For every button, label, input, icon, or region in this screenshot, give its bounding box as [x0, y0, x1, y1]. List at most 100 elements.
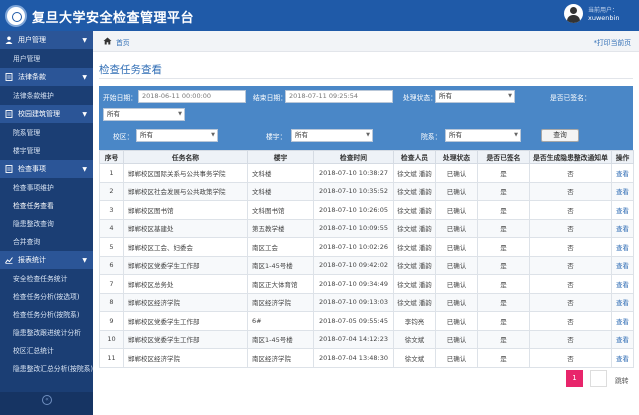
view-link[interactable]: 查看 [611, 348, 634, 368]
department-select-value: 所有 [449, 131, 462, 139]
table-cell: 4 [99, 218, 124, 238]
table-cell: 已确认 [435, 348, 478, 368]
table-cell: 南区经济学院 [247, 348, 314, 368]
table-cell: 已确认 [435, 255, 478, 275]
column-header: 检查人员 [393, 150, 436, 164]
column-header: 是否生成隐患整改通知单 [529, 150, 612, 164]
print-page-link[interactable]: *打印当前页 [594, 37, 631, 47]
table-cell: 是 [477, 181, 530, 201]
signed-select[interactable]: 所有 ▼ [103, 108, 185, 121]
pager-jump-button[interactable]: 跳转 [615, 375, 629, 385]
sidebar-item-task-statistics[interactable]: 安全检查任务统计 [0, 270, 93, 288]
sidebar-item-inspection-maintenance[interactable]: 检查事项维护 [0, 179, 93, 197]
pager-page-1[interactable]: 1 [566, 370, 583, 387]
campus-select-value: 所有 [140, 131, 153, 139]
chevron-down-icon: ▼ [82, 166, 87, 173]
main-content: 首页 *打印当前页 检查任务查看 开始日期： 2018-06-11 00:00:… [93, 31, 639, 415]
column-header: 楼宇 [247, 150, 314, 164]
sidebar-item-hazard-query[interactable]: 隐患整改查询 [0, 215, 93, 233]
table-cell: 南区正大体育馆 [247, 274, 314, 294]
page-title: 检查任务查看 [99, 64, 162, 76]
end-date-label: 结束日期： [253, 94, 287, 102]
table-cell: 邯郸校区党委学生工作部 [123, 311, 248, 331]
table-cell: 否 [529, 237, 612, 257]
table-cell: 徐文斌 [393, 348, 436, 368]
table-cell: 已确认 [435, 292, 478, 312]
sidebar-item-task-analysis-by-department[interactable]: 检查任务分析(按院系) [0, 306, 93, 324]
chevron-down-icon: ▼ [82, 74, 87, 81]
view-link[interactable]: 查看 [611, 181, 634, 201]
view-link[interactable]: 查看 [611, 274, 634, 294]
sidebar-group-reports[interactable]: 报表统计 ▼ [0, 251, 93, 270]
table-cell: 是 [477, 200, 530, 220]
sidebar-group-campus-buildings[interactable]: 校园建筑管理 ▼ [0, 105, 93, 124]
table-cell: 徐文斌 潘韵 [393, 274, 436, 294]
sidebar-item-inspection-tasks[interactable]: 检查任务查看 [0, 197, 93, 215]
pager-page-input[interactable] [590, 370, 607, 387]
view-link[interactable]: 查看 [611, 200, 634, 220]
sidebar-item-campus-summary[interactable]: 校区汇总统计 [0, 342, 93, 360]
table-cell: 1 [99, 163, 124, 183]
view-link[interactable]: 查看 [611, 218, 634, 238]
department-select[interactable]: 所有 ▼ [445, 129, 521, 142]
sidebar-group-label: 报表统计 [18, 256, 46, 264]
collapse-arrow-icon[interactable]: « [42, 395, 52, 405]
start-date-input[interactable]: 2018-06-11 00:00:00 [138, 90, 246, 103]
table-cell: 邯郸校区工会、妇委会 [123, 237, 248, 257]
sidebar: 用户管理 ▼ 用户管理 法律条款 ▼ 法律条款维护 校园建筑管理 ▼ 院系管理 … [0, 31, 93, 415]
sidebar-item-legal-terms-maintenance[interactable]: 法律条款维护 [0, 87, 93, 105]
campus-select[interactable]: 所有 ▼ [136, 129, 218, 142]
sidebar-collapse-bar[interactable]: « [0, 392, 93, 415]
view-link[interactable]: 查看 [611, 255, 634, 275]
table-cell: 2 [99, 181, 124, 201]
sidebar-item-task-analysis-by-option[interactable]: 检查任务分析(按选项) [0, 288, 93, 306]
current-user-name[interactable]: xuwenbin [588, 14, 619, 22]
title-divider [99, 78, 633, 79]
sidebar-group-user-management[interactable]: 用户管理 ▼ [0, 31, 93, 50]
table-cell: 第五教学楼 [247, 218, 314, 238]
sidebar-group-label: 用户管理 [18, 36, 46, 44]
column-header: 处理状态 [435, 150, 478, 164]
table-cell: 邯郸校区经济学院 [123, 292, 248, 312]
table-cell: 是 [477, 348, 530, 368]
home-icon[interactable] [103, 37, 112, 45]
table-cell: 已确认 [435, 218, 478, 238]
sidebar-item-hazard-followup-analysis[interactable]: 隐患整改跟进统计分析 [0, 324, 93, 342]
status-select[interactable]: 所有 ▼ [435, 90, 515, 103]
end-date-input[interactable]: 2018-07-11 09:25:54 [285, 90, 393, 103]
sidebar-group-legal-terms[interactable]: 法律条款 ▼ [0, 68, 93, 87]
building-select[interactable]: 所有 ▼ [291, 129, 373, 142]
query-button[interactable]: 查询 [541, 129, 579, 142]
table-row: 6 邯郸校区党委学生工作部 南区1-45号楼 2018-07-10 09:42:02 徐… [99, 255, 634, 275]
table-cell: 徐文斌 [393, 329, 436, 349]
sidebar-item-combined-query[interactable]: 合并查询 [0, 233, 93, 251]
table-cell: 是 [477, 218, 530, 238]
view-link[interactable]: 查看 [611, 292, 634, 312]
table-cell: 否 [529, 200, 612, 220]
table-row: 2 邯郸校区社会发展与公共政策学院 文科楼 2018-07-10 10:35:52 徐文… [99, 181, 634, 201]
sidebar-item-building-management[interactable]: 楼宇管理 [0, 142, 93, 160]
table-cell: 文科楼 [247, 181, 314, 201]
sidebar-item-hazard-summary-by-department[interactable]: 隐患整改汇总分析(按院系) [0, 360, 93, 378]
view-link[interactable]: 查看 [611, 311, 634, 331]
table-cell: 邯郸校区总务处 [123, 274, 248, 294]
status-select-value: 所有 [439, 92, 452, 100]
sidebar-item-department-management[interactable]: 院系管理 [0, 124, 93, 142]
table-cell: 南区1-45号楼 [247, 329, 314, 349]
breadcrumb: 首页 *打印当前页 [93, 31, 639, 52]
table-cell: 已确认 [435, 200, 478, 220]
table-cell: 2018-07-10 09:34:49 [313, 274, 394, 294]
table-cell: 2018-07-04 14:12:23 [313, 329, 394, 349]
view-link[interactable]: 查看 [611, 329, 634, 349]
sidebar-group-inspection-items[interactable]: 检查事项 ▼ [0, 160, 93, 179]
sidebar-item-user-management[interactable]: 用户管理 [0, 50, 93, 68]
table-cell: 徐文斌 潘韵 [393, 237, 436, 257]
view-link[interactable]: 查看 [611, 163, 634, 183]
column-header: 是否已签名 [477, 150, 530, 164]
user-avatar-icon[interactable] [564, 4, 583, 23]
chevron-down-icon: ▼ [82, 111, 87, 118]
table-cell: 已确认 [435, 329, 478, 349]
table-cell: 邯郸校区图书馆 [123, 200, 248, 220]
view-link[interactable]: 查看 [611, 237, 634, 257]
breadcrumb-home-link[interactable]: 首页 [116, 37, 130, 47]
